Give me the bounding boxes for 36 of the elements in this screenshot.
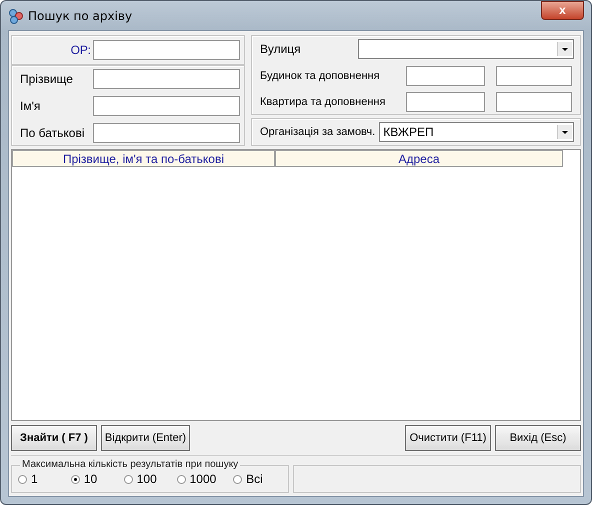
app-icon <box>8 8 24 24</box>
input-field[interactable] <box>496 92 572 112</box>
input-field[interactable] <box>93 123 240 143</box>
column-header[interactable]: Адреса <box>275 150 563 167</box>
action-button[interactable]: Вихід (Esc) <box>495 425 581 451</box>
input-field[interactable] <box>496 66 572 86</box>
organization-label: Організація за замовч. <box>260 126 376 138</box>
action-button[interactable]: Очистити (F11) <box>405 425 491 451</box>
radio-icon[interactable] <box>18 474 27 484</box>
or-field[interactable] <box>93 40 240 60</box>
radio-icon[interactable] <box>70 474 80 484</box>
action-button[interactable]: Знайти ( F7 ) <box>11 425 97 451</box>
input-field[interactable] <box>93 69 240 89</box>
organization-dropdown[interactable]: КВЖРЕП <box>379 122 574 142</box>
radio-icon[interactable] <box>124 474 133 484</box>
radio-icon[interactable] <box>176 474 186 484</box>
field-label: По батькові <box>20 126 86 140</box>
input-field[interactable] <box>93 96 240 116</box>
radio-icon[interactable] <box>233 474 242 484</box>
field-label: Прізвище <box>20 72 74 86</box>
radio-option[interactable]: Всі <box>233 472 286 486</box>
field-label: Ім'я <box>20 99 42 113</box>
input-field[interactable] <box>406 92 485 112</box>
action-button[interactable]: Відкрити (Enter) <box>101 425 190 451</box>
group-legend: Максимальна кількість результатів при пошуку <box>20 459 240 470</box>
window-title: Пошук по архіву <box>28 8 132 22</box>
field-label: Будинок та доповнення <box>260 70 381 82</box>
radio-option[interactable]: 1 <box>18 472 71 486</box>
radio-option[interactable]: 1000 <box>176 472 234 486</box>
column-header[interactable]: Прізвище, ім'я та по-батькові <box>12 150 275 167</box>
radio-option[interactable]: 10 <box>70 472 124 486</box>
or-label: ОР: <box>70 43 91 57</box>
street-label: Вулиця <box>260 42 302 56</box>
radio-option[interactable]: 100 <box>124 472 177 486</box>
field-label: Квартира та доповнення <box>260 96 386 108</box>
input-field[interactable] <box>406 66 485 86</box>
